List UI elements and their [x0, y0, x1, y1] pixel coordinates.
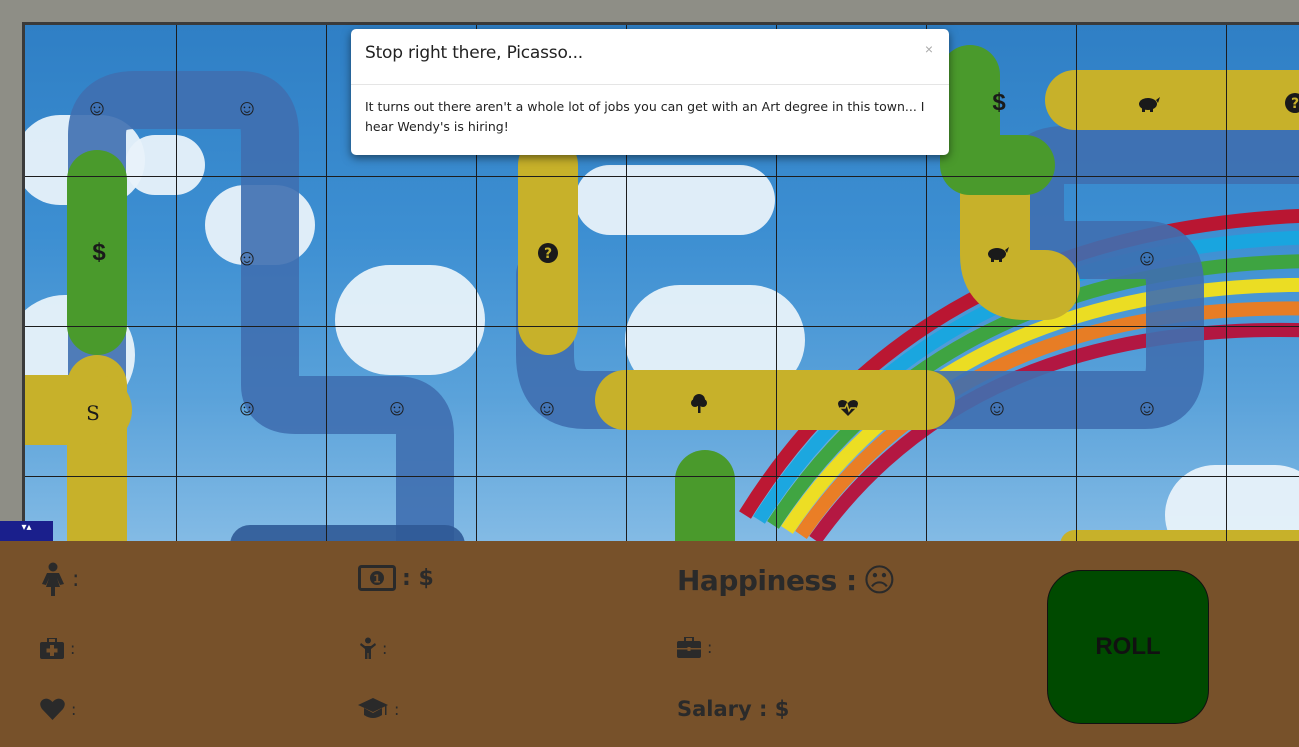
- svg-text:?: ?: [1291, 96, 1299, 112]
- heart-icon: [40, 698, 65, 720]
- child-icon: [360, 637, 376, 659]
- event-modal: Stop right there, Picasso... × It turns …: [351, 29, 949, 155]
- svg-text:1: 1: [373, 573, 381, 586]
- smiley-icon[interactable]: ☺: [227, 388, 267, 428]
- gender-stat: :: [40, 562, 79, 596]
- smiley-icon[interactable]: ☺: [77, 88, 117, 128]
- dollar-icon[interactable]: $: [979, 83, 1019, 123]
- piggy-bank-icon[interactable]: [977, 233, 1017, 273]
- money-stat: 1 : $: [358, 565, 434, 591]
- svg-text:?: ?: [544, 246, 552, 262]
- health-stat: :: [40, 698, 76, 720]
- money-icon: 1: [358, 565, 396, 591]
- education-label: :: [394, 699, 400, 719]
- modal-title: Stop right there, Picasso...: [365, 43, 583, 63]
- question-icon[interactable]: ?: [1275, 83, 1299, 123]
- job-stat: :: [677, 637, 712, 658]
- happiness-stat: Happiness : ☹: [677, 561, 896, 599]
- salary-label: Salary : $: [677, 697, 790, 721]
- heartbeat-icon[interactable]: [828, 388, 868, 428]
- tree-icon[interactable]: [679, 383, 719, 423]
- graduation-cap-icon: [358, 698, 388, 718]
- smiley-icon[interactable]: ☺: [227, 88, 267, 128]
- dollar-icon[interactable]: $: [79, 233, 119, 273]
- medkit-icon: [40, 638, 64, 659]
- briefcase-icon: [677, 637, 701, 658]
- modal-header: Stop right there, Picasso... ×: [351, 29, 949, 85]
- roll-button[interactable]: ROLL: [1047, 570, 1209, 724]
- piggy-bank-icon[interactable]: [1128, 83, 1168, 123]
- panel-toggle-button[interactable]: ▾▴: [0, 521, 53, 541]
- insurance-label: :: [70, 639, 76, 658]
- job-label: :: [707, 638, 713, 657]
- smiley-icon[interactable]: ☺: [377, 388, 417, 428]
- close-icon[interactable]: ×: [925, 41, 933, 57]
- happiness-label: Happiness :: [677, 563, 857, 597]
- money-label: : $: [402, 565, 434, 591]
- sad-face-icon: ☹: [862, 561, 896, 599]
- insurance-stat: :: [40, 638, 75, 659]
- smiley-icon[interactable]: ☺: [227, 238, 267, 278]
- salary-stat: Salary : $: [677, 697, 789, 721]
- children-label: :: [382, 638, 388, 658]
- children-stat: :: [360, 637, 387, 659]
- question-icon[interactable]: ?: [528, 233, 568, 273]
- modal-message: It turns out there aren't a whole lot of…: [365, 99, 925, 134]
- smiley-icon[interactable]: ☺: [1127, 388, 1167, 428]
- education-stat: :: [358, 698, 399, 720]
- female-icon: [42, 562, 64, 596]
- smiley-icon[interactable]: ☺: [527, 388, 567, 428]
- smiley-icon[interactable]: ☺: [1127, 238, 1167, 278]
- smiley-icon[interactable]: ☺: [977, 388, 1017, 428]
- start-icon[interactable]: S: [73, 393, 113, 433]
- health-label: :: [71, 699, 77, 719]
- gender-label: :: [72, 566, 80, 592]
